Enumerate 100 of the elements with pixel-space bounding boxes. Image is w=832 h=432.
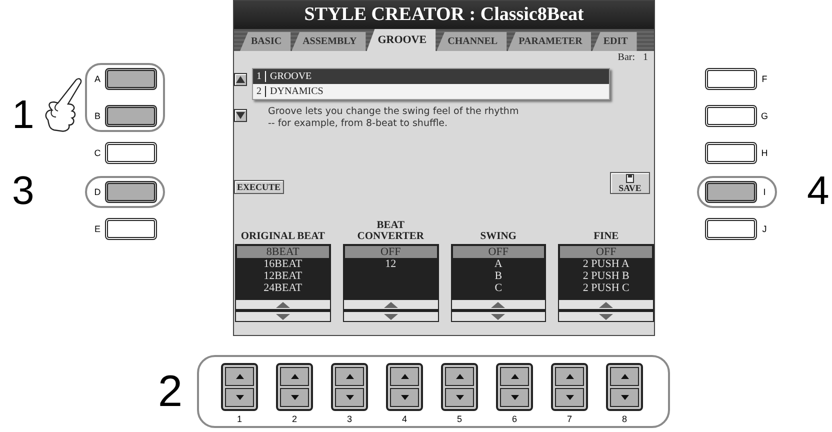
- column-heading: ORIGINAL BEAT: [240, 230, 326, 244]
- value-up-button[interactable]: [342, 298, 438, 310]
- up-button[interactable]: [335, 367, 364, 386]
- up-arrow-icon: [236, 76, 245, 83]
- panel-button[interactable]: [705, 68, 757, 90]
- button-number: 8: [622, 414, 627, 424]
- panel-button[interactable]: [705, 142, 757, 164]
- value-option[interactable]: 16BEAT: [237, 258, 329, 270]
- down-button[interactable]: [555, 388, 584, 407]
- down-button[interactable]: [225, 388, 254, 407]
- value-up-button[interactable]: [235, 298, 331, 310]
- down-button[interactable]: [390, 388, 419, 407]
- tab[interactable]: EDIT: [592, 32, 637, 51]
- value-option[interactable]: 2 PUSH B: [560, 270, 652, 282]
- value-option[interactable]: 2 PUSH C: [560, 282, 652, 294]
- down-arrow-icon: [456, 395, 464, 400]
- panel-button[interactable]: [105, 142, 157, 164]
- value-option[interactable]: 8BEAT: [237, 246, 329, 258]
- step-number: 4: [807, 174, 830, 208]
- button-number: 5: [456, 414, 462, 424]
- value-option[interactable]: B: [452, 270, 544, 282]
- value-option[interactable]: 24BEAT: [237, 282, 329, 294]
- button-number: 6: [512, 414, 517, 424]
- up-arrow-icon: [620, 374, 628, 379]
- down-arrow-icon: [290, 395, 298, 400]
- menu-item[interactable]: 2 DYNAMICS: [253, 84, 609, 99]
- button-label: H: [760, 148, 769, 158]
- up-arrow-icon: [491, 302, 506, 308]
- down-button[interactable]: [280, 388, 309, 407]
- panel-button[interactable]: [105, 218, 157, 240]
- value-up-button[interactable]: [558, 298, 654, 310]
- panel-button[interactable]: [105, 181, 157, 203]
- button-label: F: [760, 74, 768, 84]
- value-option[interactable]: C: [452, 282, 544, 294]
- up-arrow-icon: [456, 374, 464, 379]
- bar-number: 1: [643, 52, 648, 65]
- up-button[interactable]: [610, 367, 639, 386]
- value-option[interactable]: 12: [344, 258, 436, 270]
- tab[interactable]: ASSEMBLY: [292, 32, 366, 51]
- description-text: Groove lets you change the swing feel of the rhythm -- for example, from 8-beat to shuffle.: [268, 106, 520, 130]
- down-button[interactable]: [335, 388, 364, 407]
- scroll-down-button[interactable]: [234, 109, 247, 122]
- up-button[interactable]: [225, 367, 254, 386]
- button-number: 3: [346, 414, 352, 424]
- column-heading: SWING: [479, 230, 518, 244]
- up-button[interactable]: [445, 367, 474, 386]
- up-button[interactable]: [390, 367, 419, 386]
- value-option[interactable]: 12BEAT: [237, 270, 329, 282]
- button-label: B: [93, 111, 102, 121]
- item-number: 1: [253, 71, 266, 82]
- item-number: 2: [253, 86, 266, 97]
- down-button[interactable]: [500, 388, 529, 407]
- tab[interactable]: GROOVE: [366, 29, 436, 51]
- down-arrow-icon: [346, 395, 354, 400]
- button-label: J: [761, 224, 768, 234]
- up-button[interactable]: [555, 367, 584, 386]
- tab[interactable]: CHANNEL: [436, 32, 507, 51]
- up-arrow-icon: [276, 302, 290, 308]
- step-number: 1: [11, 98, 36, 132]
- up-arrow-icon: [400, 374, 408, 379]
- down-arrow-icon: [400, 395, 408, 400]
- value-up-button[interactable]: [450, 298, 546, 310]
- value-option[interactable]: OFF: [452, 246, 544, 258]
- button-label: A: [93, 74, 102, 84]
- down-button[interactable]: [445, 388, 474, 407]
- step-number: 2: [158, 370, 184, 414]
- down-arrow-icon: [491, 314, 506, 320]
- up-arrow-icon: [290, 374, 298, 379]
- save-button[interactable]: SAVE: [610, 172, 650, 194]
- button-number: 2: [292, 414, 297, 424]
- value-option[interactable]: OFF: [560, 246, 652, 258]
- down-button[interactable]: [610, 388, 639, 407]
- value-option[interactable]: A: [452, 258, 544, 270]
- panel-button[interactable]: [705, 181, 757, 203]
- value-down-button[interactable]: [558, 310, 654, 322]
- tab[interactable]: BASIC: [240, 32, 291, 51]
- bar-label: Bar:: [618, 52, 635, 65]
- up-arrow-icon: [599, 302, 614, 308]
- down-arrow-icon: [276, 314, 290, 320]
- value-down-button[interactable]: [235, 310, 331, 322]
- button-number: 7: [566, 414, 572, 424]
- panel-button[interactable]: [705, 218, 757, 240]
- up-arrow-icon: [384, 302, 398, 308]
- button-label: G: [760, 111, 769, 121]
- execute-button[interactable]: EXECUTE: [234, 180, 284, 194]
- value-option[interactable]: OFF: [344, 246, 436, 258]
- value-down-button[interactable]: [342, 310, 438, 322]
- panel-button[interactable]: [705, 105, 757, 127]
- menu-item[interactable]: 1 GROOVE: [253, 69, 609, 84]
- value-option[interactable]: 2 PUSH A: [560, 258, 652, 270]
- up-button[interactable]: [280, 367, 309, 386]
- value-down-button[interactable]: [450, 310, 546, 322]
- down-arrow-icon: [599, 314, 614, 320]
- up-button[interactable]: [500, 367, 529, 386]
- scroll-up-button[interactable]: [234, 73, 247, 86]
- tab[interactable]: PARAMETER: [508, 32, 592, 51]
- panel-button[interactable]: [105, 68, 157, 90]
- button-label: I: [762, 187, 767, 197]
- step-number: 3: [11, 174, 36, 208]
- panel-button[interactable]: [105, 105, 157, 127]
